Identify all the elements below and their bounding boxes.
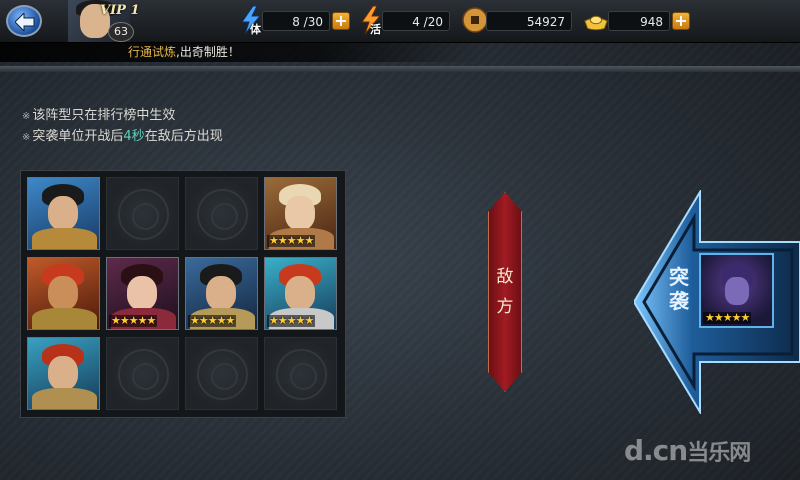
empty-slot[interactable] [106,177,179,250]
hero-face [48,276,78,310]
watermark-brand: d.cn [624,434,688,467]
empty-slot-wheel-icon [276,349,327,400]
hero-face [48,356,78,390]
top-bar: VIP 1 63 体 8 /30 + 活 4 /20 54927 948 + [0,0,800,43]
empty-slot[interactable] [185,177,258,250]
watermark-sub: 当乐网 [687,441,751,466]
note-line-2: ※ 突袭单位开战后4秒在敌后方出现 [22,127,223,148]
enemy-char-2: 方 [496,297,514,317]
raid-label: 突 袭 [664,265,694,313]
hero-face [127,276,157,310]
raid-hero-face [725,277,749,305]
empty-slot-wheel-icon [118,189,169,240]
hero-armor [32,388,97,409]
note-bullet: ※ [22,111,31,122]
note-text-2-suffix: 在敌后方出现 [144,129,223,144]
raid-hero-stars: ★★★★★ [703,311,752,324]
hero-stars: ★★★★★ [267,314,316,327]
hero-slot[interactable]: ★★★★★ [264,257,337,330]
empty-slot-wheel-icon [118,349,169,400]
empty-slot[interactable] [185,337,258,410]
hero-face [48,196,78,230]
raid-char-2: 袭 [669,289,689,313]
raid-char-1: 突 [669,265,689,289]
add-stamina-button[interactable]: + [332,12,350,30]
hero-slot[interactable] [27,177,100,250]
hero-slot[interactable]: ★★★★★ [106,257,179,330]
hero-slot[interactable] [27,337,100,410]
hero-slot[interactable]: ★★★★★ [185,257,258,330]
formation-notes: ※ 该阵型只在排行榜中生效 ※ 突袭单位开战后4秒在敌后方出现 [22,106,223,148]
empty-slot[interactable] [264,337,337,410]
gold-value: 948 [608,11,670,31]
empty-slot[interactable] [106,337,179,410]
panel-top-edge [0,66,800,72]
enemy-char-1: 敌 [496,267,514,287]
hero-stars: ★★★★★ [188,314,237,327]
note-text-2-highlight: 4秒 [123,129,145,144]
empty-slot-wheel-icon [197,189,248,240]
formation-grid: ★★★★★ ★★★★★ ★★★★★ ★★★★★ [20,170,346,418]
note-bullet: ※ [22,132,31,143]
hero-slot[interactable] [27,257,100,330]
hero-stars: ★★★★★ [109,314,158,327]
note-text-1: 该阵型只在排行榜中生效 [32,108,176,123]
hero-slot[interactable]: ★★★★★ [264,177,337,250]
hero-face [285,276,315,310]
hero-stars: ★★★★★ [267,234,316,247]
hero-armor [32,228,97,249]
coins-value: 54927 [486,11,572,31]
add-gold-button[interactable]: + [672,12,690,30]
hero-face [285,196,315,230]
back-arrow-icon [15,13,35,31]
back-button[interactable] [6,5,42,37]
ticker-content: 行通试炼,出奇制胜！ [128,42,240,62]
gold-ingot-icon [584,15,608,31]
ticker-highlight: 行通试炼 [128,45,177,59]
ticker-text: ,出奇制胜！ [176,45,240,59]
player-level: 63 [108,22,134,42]
stamina-label: 体 [250,23,261,36]
energy-value: 4 /20 [382,11,450,31]
watermark: d.cn当乐网 [624,434,751,467]
empty-slot-wheel-icon [197,349,248,400]
announcement-ticker: 行通试炼,出奇制胜！ [0,42,800,62]
hero-armor [32,308,97,329]
note-line-1: ※ 该阵型只在排行榜中生效 [22,106,223,127]
energy-label: 活 [370,23,381,36]
note-text-2-prefix: 突袭单位开战后 [32,129,124,144]
hero-face [206,276,236,310]
raid-hero-slot[interactable]: ★★★★★ [699,253,774,328]
enemy-side-label: 敌 方 [488,262,522,322]
stamina-value: 8 /30 [262,11,330,31]
vip-label: VIP 1 [100,3,140,18]
